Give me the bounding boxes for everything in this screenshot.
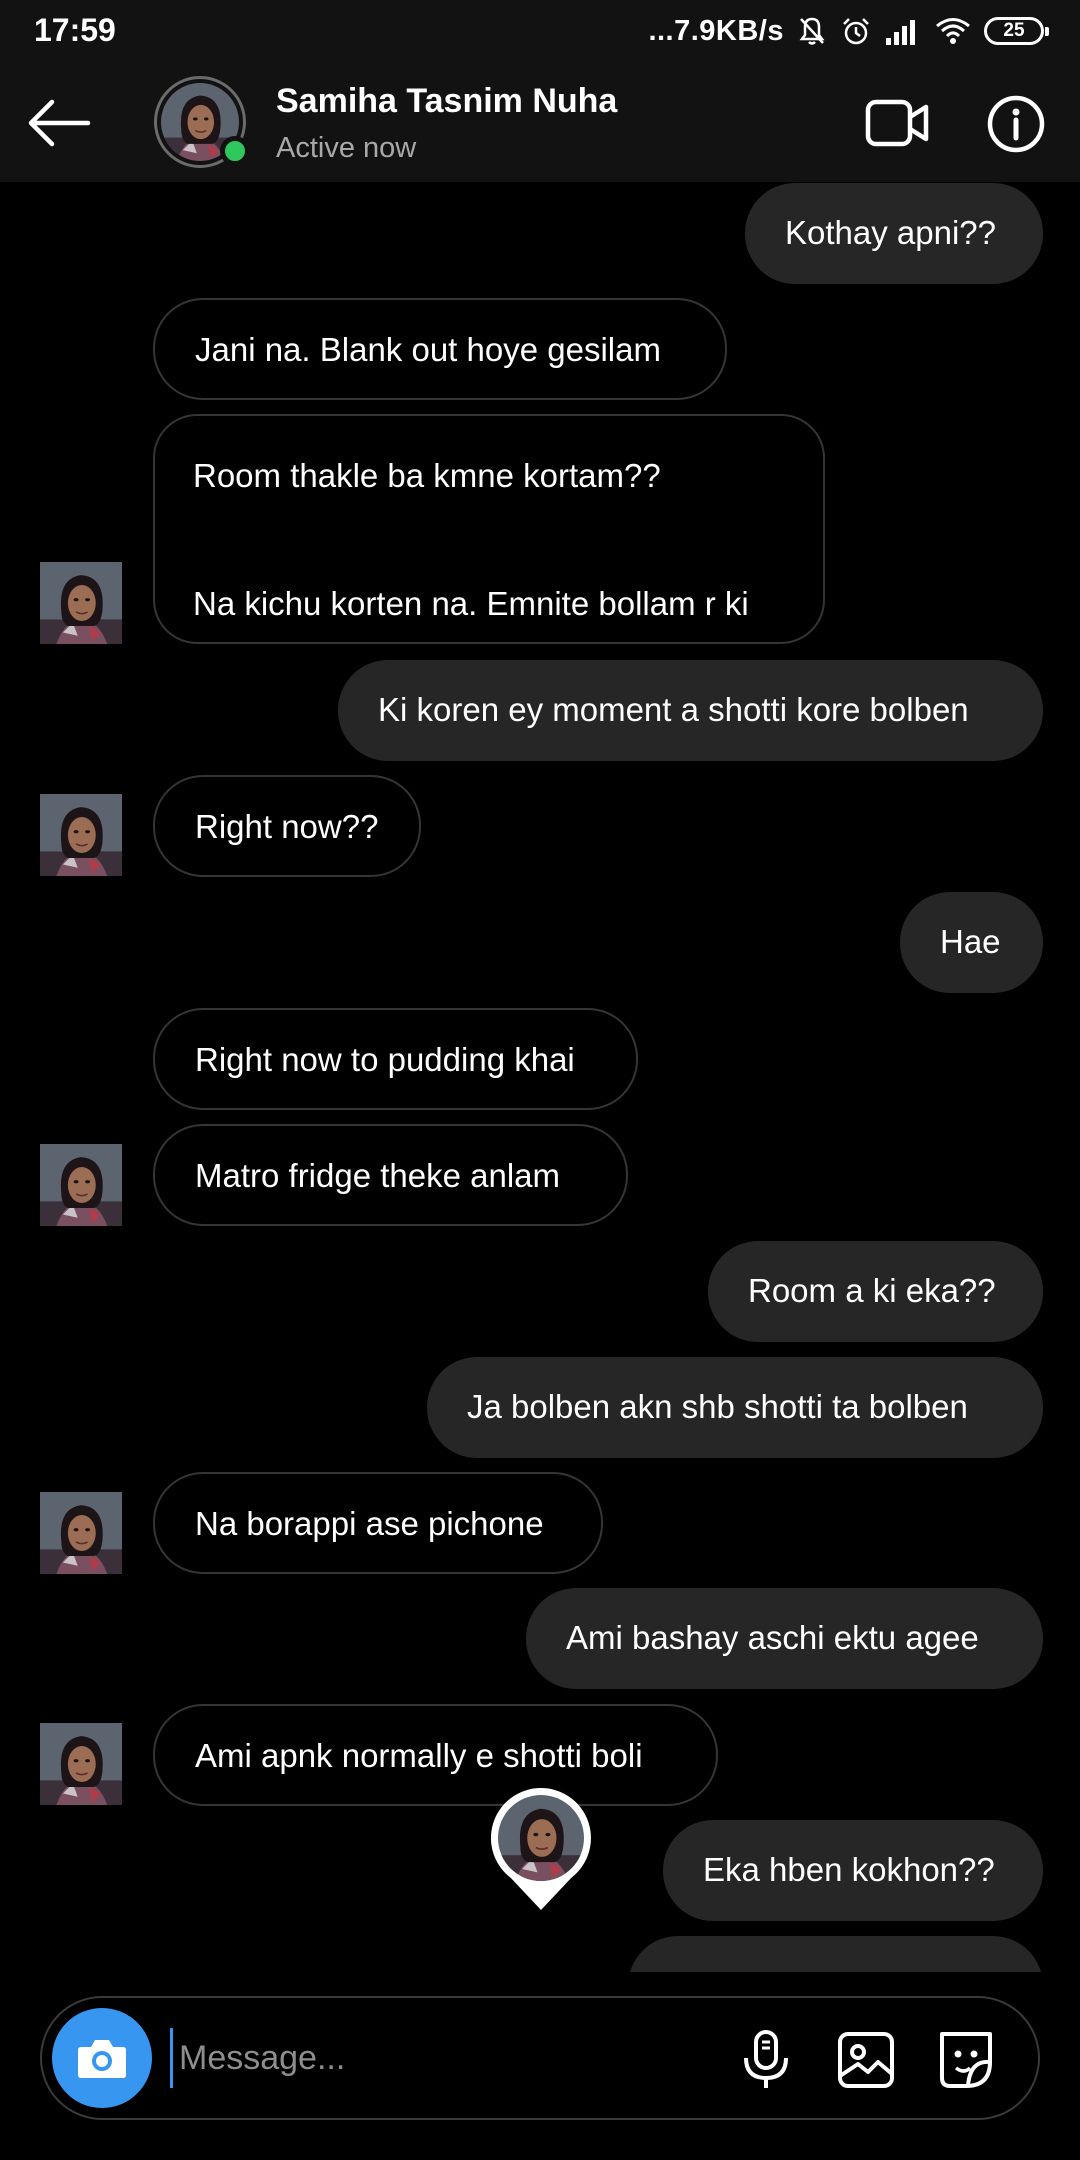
info-icon[interactable]: [986, 94, 1046, 154]
message-bubble-outgoing[interactable]: Ami bashay aschi ektu agee: [526, 1588, 1043, 1689]
message-bubble-incoming[interactable]: Na borappi ase pichone: [153, 1472, 603, 1574]
sticker-icon[interactable]: [934, 2026, 998, 2092]
message-bubble-outgoing-partial[interactable]: [628, 1936, 1043, 1972]
message-thread[interactable]: Kothay apni?? Jani na. Blank out hoye ge…: [0, 182, 1080, 1972]
seen-avatar-marker: [490, 1788, 591, 1910]
signal-icon: [886, 20, 915, 45]
message-bubble-outgoing[interactable]: Eka hben kokhon??: [663, 1820, 1043, 1921]
message-bubble-outgoing[interactable]: Ja bolben akn shb shotti ta bolben: [427, 1357, 1043, 1458]
sender-avatar[interactable]: [40, 1723, 122, 1805]
status-bar: 17:59 ...7.9KB/s 25: [0, 0, 1080, 62]
sender-avatar[interactable]: [40, 1144, 122, 1226]
gallery-icon[interactable]: [836, 2028, 896, 2092]
back-arrow-icon[interactable]: [24, 92, 96, 154]
message-bubble-incoming[interactable]: Jani na. Blank out hoye gesilam: [153, 298, 727, 400]
network-speed: ...7.9KB/s: [648, 14, 784, 47]
online-indicator: [220, 136, 250, 166]
message-bubble-incoming[interactable]: Ami apnk normally e shotti boli: [153, 1704, 718, 1806]
camera-icon: [78, 2040, 126, 2078]
camera-button[interactable]: [52, 2008, 152, 2108]
message-bubble-outgoing[interactable]: Hae: [900, 892, 1043, 993]
contact-avatar[interactable]: [154, 76, 250, 168]
battery-level: 25: [1003, 20, 1025, 41]
battery-icon: 25: [984, 17, 1049, 45]
wifi-icon: [936, 18, 970, 44]
contact-status: Active now: [276, 132, 417, 164]
message-bubble-outgoing[interactable]: Ki koren ey moment a shotti kore bolben: [338, 660, 1043, 761]
alarm-icon: [843, 18, 869, 45]
contact-name[interactable]: Samiha Tasnim Nuha: [276, 82, 617, 121]
message-bubble-incoming[interactable]: Right now to pudding khai: [153, 1008, 638, 1110]
message-bubble-incoming[interactable]: Right now??: [153, 775, 421, 877]
sender-avatar[interactable]: [40, 794, 122, 876]
message-bubble-incoming[interactable]: Matro fridge theke anlam: [153, 1124, 628, 1226]
message-bubble-outgoing[interactable]: Room a ki eka??: [708, 1241, 1043, 1342]
message-composer: [40, 1996, 1040, 2120]
message-bubble-outgoing[interactable]: Kothay apni??: [745, 183, 1043, 284]
status-icons: ...7.9KB/s 25: [648, 10, 1049, 52]
status-time: 17:59: [34, 12, 116, 48]
video-call-icon[interactable]: [864, 92, 932, 154]
chat-header: Samiha Tasnim Nuha Active now: [0, 62, 1080, 182]
sender-avatar[interactable]: [40, 1492, 122, 1574]
bell-off-icon: [799, 17, 825, 45]
microphone-icon[interactable]: [736, 2028, 796, 2092]
sender-avatar[interactable]: [40, 562, 122, 644]
message-input[interactable]: [170, 2028, 730, 2088]
message-bubble-incoming[interactable]: Room thakle ba kmne kortam?? Na kichu ko…: [153, 414, 825, 644]
